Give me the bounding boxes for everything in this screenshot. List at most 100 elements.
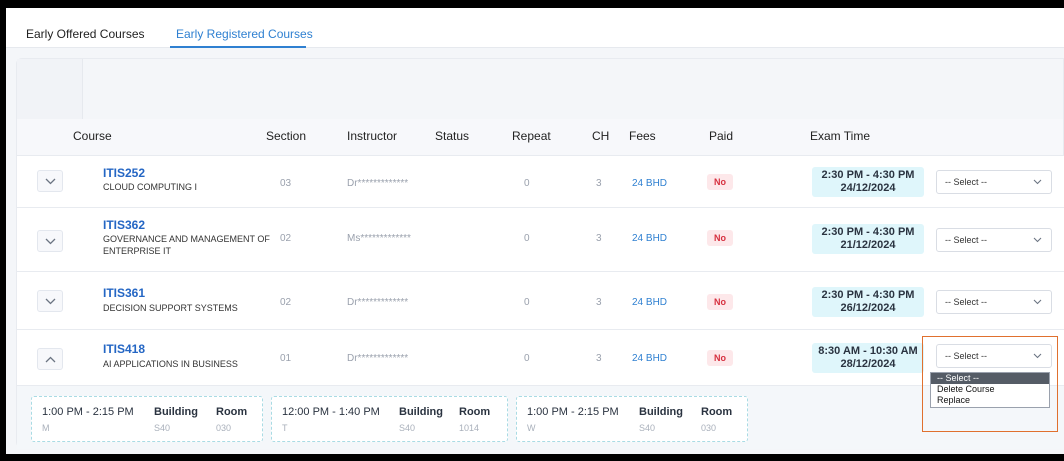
course-name: CLOUD COMPUTING I: [103, 182, 198, 192]
slot-room: 030: [216, 423, 232, 433]
toolbar-left-pane: [17, 59, 83, 119]
select-value: -- Select --: [945, 177, 988, 187]
table-row: ITIS418 AI APPLICATIONS IN BUSINESS 01 D…: [17, 329, 1064, 385]
course-code-link[interactable]: ITIS418: [103, 342, 145, 356]
section-value: 01: [280, 353, 292, 364]
slot-room-label: Room: [701, 406, 733, 418]
instructor-value: Ms*************: [347, 233, 411, 244]
chevron-down-icon: [45, 178, 55, 184]
paid-status-badge: No: [707, 230, 733, 246]
chevron-down-icon: [1033, 299, 1042, 305]
slot-building-label: Building: [399, 406, 443, 418]
select-value: -- Select --: [945, 235, 988, 245]
tab-early-offered-courses[interactable]: Early Offered Courses: [26, 27, 145, 41]
instructor-value: Dr*************: [347, 178, 409, 189]
tab-bar: Early Offered Courses Early Registered C…: [6, 8, 1064, 48]
section-value: 03: [280, 178, 292, 189]
exam-time: 8:30 AM - 10:30 AM: [818, 345, 918, 357]
column-header-course: Course: [73, 129, 112, 143]
column-header-status: Status: [435, 129, 470, 143]
exam-time: 2:30 PM - 4:30 PM: [821, 169, 915, 181]
slot-room: 1014: [459, 423, 480, 433]
chevron-down-icon: [45, 298, 55, 304]
slot-day: T: [282, 423, 288, 433]
section-value: 02: [280, 233, 292, 244]
column-header-fees: Fees: [629, 129, 656, 143]
registered-courses-card: Course Section Instructor Status Repeat …: [16, 58, 1064, 449]
paid-status-badge: No: [707, 294, 733, 310]
exam-date: 21/12/2024: [840, 239, 896, 251]
table-row: ITIS362 GOVERNANCE AND MANAGEMENT OF ENT…: [17, 207, 1064, 271]
tab-early-registered-courses[interactable]: Early Registered Courses: [176, 27, 313, 41]
repeat-value: 0: [524, 353, 530, 364]
fees-value: 24 BHD: [632, 233, 668, 244]
dropdown-option-replace[interactable]: Replace: [931, 395, 1049, 406]
ch-value: 3: [596, 178, 602, 189]
section-value: 02: [280, 297, 292, 308]
exam-time: 2:30 PM - 4:30 PM: [821, 226, 915, 238]
instructor-value: Dr*************: [347, 353, 409, 364]
exam-time: 2:30 PM - 4:30 PM: [821, 289, 915, 301]
exam-time-chip: 2:30 PM - 4:30 PM 21/12/2024: [812, 224, 924, 254]
repeat-value: 0: [524, 178, 530, 189]
chevron-down-icon: [1033, 237, 1042, 243]
exam-date: 26/12/2024: [840, 302, 896, 314]
exam-time-chip: 2:30 PM - 4:30 PM 24/12/2024: [812, 167, 924, 197]
course-name: GOVERNANCE AND MANAGEMENT OF: [103, 234, 270, 244]
course-action-select[interactable]: -- Select --: [936, 290, 1052, 314]
exam-date: 24/12/2024: [840, 182, 896, 194]
repeat-value: 0: [524, 233, 530, 244]
slot-building-label: Building: [639, 406, 683, 418]
course-code-link[interactable]: ITIS252: [103, 166, 145, 180]
paid-status-badge: No: [707, 350, 733, 366]
slot-day: M: [42, 423, 50, 433]
ch-value: 3: [596, 297, 602, 308]
fees-value: 24 BHD: [632, 353, 668, 364]
instructor-value: Dr*************: [347, 297, 409, 308]
dropdown-option-select[interactable]: -- Select --: [931, 373, 1049, 384]
course-code-link[interactable]: ITIS361: [103, 286, 145, 300]
course-name: DECISION SUPPORT SYSTEMS: [103, 303, 238, 313]
course-schedule-panel: 1:00 PM - 2:15 PM M Building S40 Room 03…: [17, 385, 1064, 449]
slot-building: S40: [639, 423, 656, 433]
row-expand-toggle[interactable]: [37, 290, 63, 312]
column-header-paid: Paid: [709, 129, 734, 143]
repeat-value: 0: [524, 297, 530, 308]
schedule-slot: 1:00 PM - 2:15 PM M Building S40 Room 03…: [31, 396, 263, 442]
column-header-ch: CH: [592, 129, 610, 143]
course-action-select[interactable]: -- Select --: [936, 228, 1052, 252]
course-name-line-2: ENTERPRISE IT: [103, 246, 172, 256]
row-expand-toggle[interactable]: [37, 348, 63, 370]
column-header-instructor: Instructor: [347, 129, 398, 143]
column-header-exam-time: Exam Time: [810, 129, 871, 143]
table-row: ITIS252 CLOUD COMPUTING I 03 Dr*********…: [17, 155, 1064, 207]
slot-building-label: Building: [154, 406, 198, 418]
course-action-select[interactable]: -- Select --: [936, 170, 1052, 194]
slot-building: S40: [154, 423, 171, 433]
column-header-section: Section: [266, 129, 307, 143]
paid-status-badge: No: [707, 174, 733, 190]
select-value: -- Select --: [945, 297, 988, 307]
chevron-down-icon: [45, 238, 55, 244]
active-tab-indicator: [170, 46, 306, 48]
slot-time: 1:00 PM - 2:15 PM: [527, 406, 619, 418]
course-name: AI APPLICATIONS IN BUSINESS: [103, 359, 238, 369]
fees-value: 24 BHD: [632, 178, 668, 189]
card-toolbar: [17, 59, 1063, 119]
ch-value: 3: [596, 353, 602, 364]
slot-building: S40: [399, 423, 416, 433]
course-code-link[interactable]: ITIS362: [103, 218, 145, 232]
row-expand-toggle[interactable]: [37, 170, 63, 192]
exam-time-chip: 2:30 PM - 4:30 PM 26/12/2024: [812, 287, 924, 317]
exam-date: 28/12/2024: [840, 358, 896, 370]
slot-day: W: [527, 423, 536, 433]
column-header-repeat: Repeat: [512, 129, 551, 143]
exam-time-chip: 8:30 AM - 10:30 AM 28/12/2024: [812, 343, 924, 373]
row-expand-toggle[interactable]: [37, 230, 63, 252]
schedule-slot: 12:00 PM - 1:40 PM T Building S40 Room 1…: [271, 396, 508, 442]
dropdown-option-delete-course[interactable]: Delete Course: [931, 384, 1049, 395]
chevron-up-icon: [45, 356, 55, 362]
slot-time: 12:00 PM - 1:40 PM: [282, 406, 380, 418]
slot-room: 030: [701, 423, 717, 433]
table-row: ITIS361 DECISION SUPPORT SYSTEMS 02 Dr**…: [17, 271, 1064, 329]
